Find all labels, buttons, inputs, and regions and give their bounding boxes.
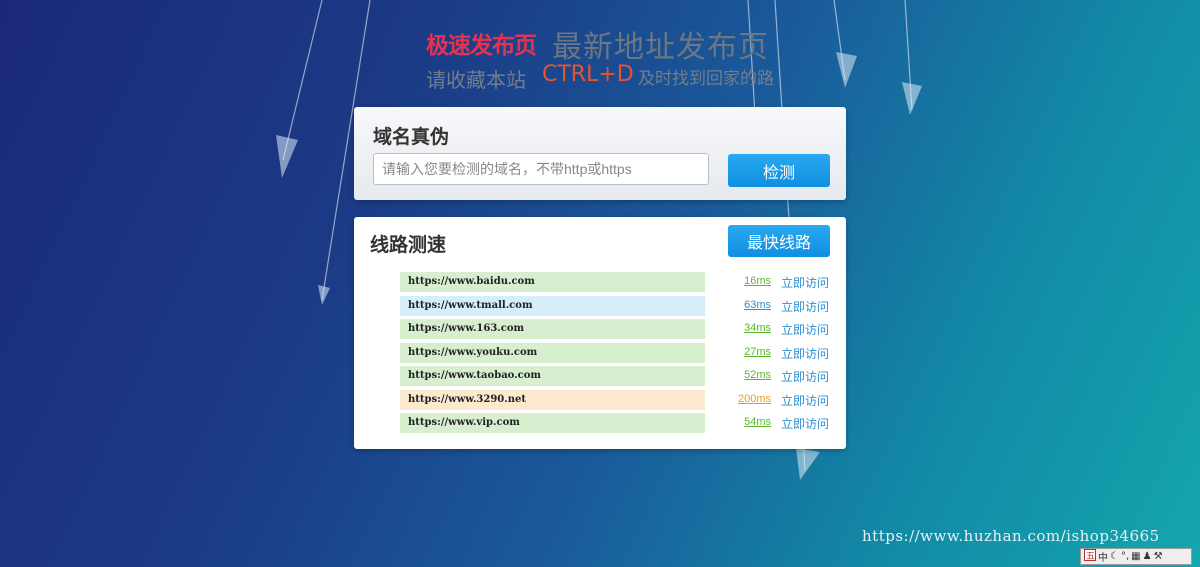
watermark: https://www.huzhan.com/ishop34665 xyxy=(862,527,1160,545)
page-title: 最新地址发布页 xyxy=(552,30,769,65)
svg-text:五: 五 xyxy=(1086,552,1095,561)
visit-link[interactable]: 立即访问 xyxy=(781,274,829,291)
line-url: https://www.3290.net xyxy=(400,389,705,410)
line-url: https://www.vip.com xyxy=(400,413,705,433)
visit-link[interactable]: 立即访问 xyxy=(781,345,829,362)
ime-toolbar[interactable]: 五 中 ☾ °, ▦ ♟ ⚒ xyxy=(1080,548,1192,565)
speed-test-row: https://www.vip.com 54ms 立即访问 xyxy=(400,413,830,433)
keyboard-icon[interactable]: ▦ xyxy=(1131,551,1140,562)
domain-input[interactable] xyxy=(373,153,709,185)
speed-test-row: https://www.baidu.com 16ms 立即访问 xyxy=(400,272,830,292)
ime-logo-icon[interactable]: 五 xyxy=(1084,549,1096,564)
visit-link[interactable]: 立即访问 xyxy=(781,321,829,338)
visit-link[interactable]: 立即访问 xyxy=(781,392,829,409)
subtitle-shortcut: CTRL+D xyxy=(542,62,634,87)
wrench-icon[interactable]: ⚒ xyxy=(1154,551,1163,562)
line-url: https://www.tmall.com xyxy=(400,295,705,316)
moon-icon[interactable]: ☾ xyxy=(1110,551,1119,562)
visit-link[interactable]: 立即访问 xyxy=(781,415,829,432)
line-url: https://www.youku.com xyxy=(400,342,705,363)
fastest-line-button[interactable]: 最快线路 xyxy=(728,225,830,257)
ime-mode-label[interactable]: 中 xyxy=(1098,549,1108,564)
speed-test-row: https://www.3290.net 200ms 立即访问 xyxy=(400,389,830,410)
visit-link[interactable]: 立即访问 xyxy=(781,298,829,315)
line-latency[interactable]: 34ms xyxy=(744,322,771,334)
line-url: https://www.163.com xyxy=(400,319,705,339)
check-button[interactable]: 检测 xyxy=(728,154,830,187)
line-latency[interactable]: 52ms xyxy=(744,369,771,381)
domain-check-panel: 域名真伪 检测 xyxy=(354,107,846,200)
speed-test-row: https://www.youku.com 27ms 立即访问 xyxy=(400,342,830,363)
speed-test-row: https://www.taobao.com 52ms 立即访问 xyxy=(400,366,830,386)
speed-test-row: https://www.tmall.com 63ms 立即访问 xyxy=(400,295,830,316)
line-latency[interactable]: 200ms xyxy=(738,393,771,405)
line-latency[interactable]: 27ms xyxy=(744,346,771,358)
punctuation-icon[interactable]: °, xyxy=(1121,551,1129,562)
domain-check-title: 域名真伪 xyxy=(373,126,450,148)
subtitle-prefix: 请收藏本站 xyxy=(426,68,526,92)
page-header: 极速发布页 最新地址发布页 请收藏本站 CTRL+D 及时找到回家的路 xyxy=(0,0,1200,100)
line-latency[interactable]: 54ms xyxy=(744,416,771,428)
speed-test-panel: 线路测速 最快线路 https://www.baidu.com 16ms 立即访问 h… xyxy=(354,217,846,449)
visit-link[interactable]: 立即访问 xyxy=(781,368,829,385)
line-latency[interactable]: 63ms xyxy=(744,299,771,311)
line-url: https://www.baidu.com xyxy=(400,272,705,292)
site-tag: 极速发布页 xyxy=(426,33,537,59)
subtitle-suffix: 及时找到回家的路 xyxy=(638,69,774,89)
speed-test-title: 线路测速 xyxy=(370,234,447,256)
speed-test-row: https://www.163.com 34ms 立即访问 xyxy=(400,319,830,339)
line-url: https://www.taobao.com xyxy=(400,366,705,386)
line-latency[interactable]: 16ms xyxy=(744,275,771,287)
user-icon[interactable]: ♟ xyxy=(1143,551,1152,562)
